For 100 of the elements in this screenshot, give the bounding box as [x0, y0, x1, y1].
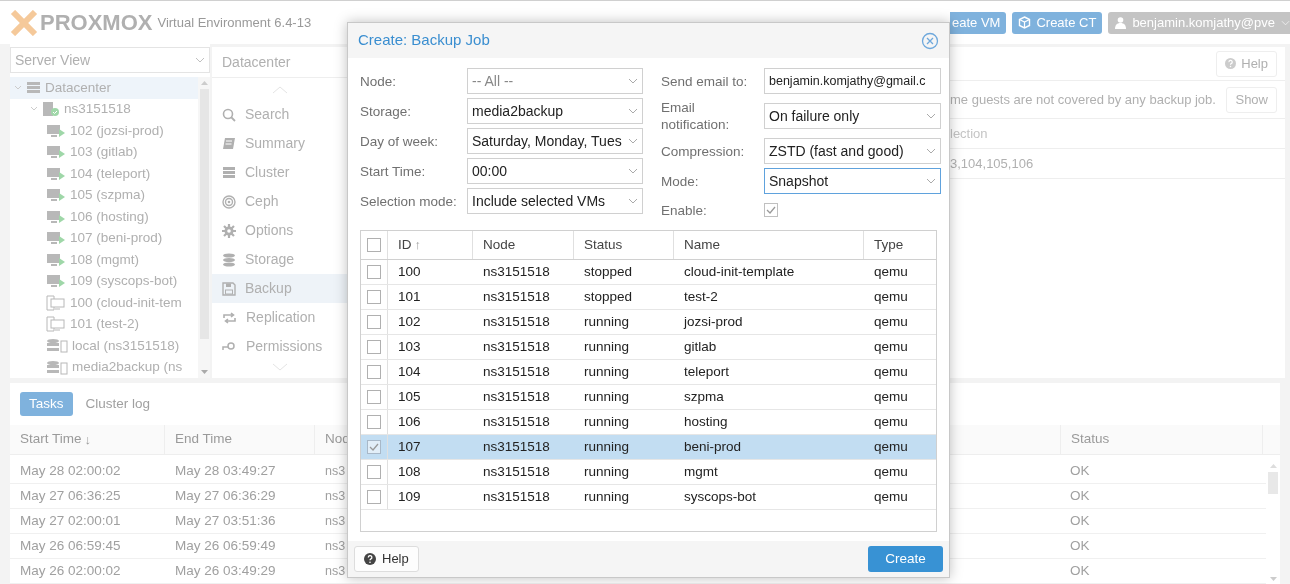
field-label: Compression:: [661, 142, 746, 160]
table-row[interactable]: 108 ns3151518 running mgmt qemu: [361, 460, 936, 485]
scrollbar-thumb[interactable]: [199, 89, 209, 339]
tree-item[interactable]: 106 (hosting): [10, 206, 198, 228]
tab[interactable]: Tasks: [20, 392, 73, 416]
table-cell: ns3151518: [483, 263, 550, 279]
nav-item[interactable]: Backup: [212, 274, 347, 303]
table-row[interactable]: 107 ns3151518 running beni-prod qemu: [361, 435, 936, 460]
nav-item[interactable]: Replication: [212, 303, 347, 332]
nav-item[interactable]: Storage: [212, 245, 347, 274]
sort-arrow[interactable]: ↓: [84, 429, 91, 450]
checkbox[interactable]: [367, 238, 381, 252]
checkbox[interactable]: [367, 365, 381, 379]
tree-item[interactable]: 100 (cloud-init-tem: [10, 292, 198, 314]
table-cell: running: [584, 313, 630, 329]
checkbox[interactable]: [367, 265, 381, 279]
dropdown-field[interactable]: Snapshot: [764, 168, 941, 194]
checkbox[interactable]: [367, 465, 381, 479]
tree-item[interactable]: 101 (test-2): [10, 313, 198, 335]
table-row[interactable]: 105 ns3151518 running szpma qemu: [361, 385, 936, 410]
nav-item[interactable]: Search: [212, 100, 347, 129]
dropdown-field[interactable]: Include selected VMs: [467, 188, 643, 214]
input-field[interactable]: benjamin.komjathy@gmail.c: [764, 68, 941, 94]
tree-item[interactable]: Datacenter: [10, 77, 198, 99]
table-cell: gitlab: [684, 338, 717, 354]
nav-item[interactable]: Permissions: [212, 332, 347, 361]
checkbox[interactable]: [367, 440, 381, 454]
dropdown-field[interactable]: ZSTD (fast and good): [764, 138, 941, 164]
sort-arrow[interactable]: ↑: [414, 235, 421, 255]
scrollbar[interactable]: [198, 77, 210, 378]
tree-item[interactable]: 102 (jozsi-prod): [10, 120, 198, 142]
monitor-play-icon: [46, 208, 66, 225]
monitor-file-icon: [46, 294, 66, 311]
nav-item[interactable]: Ceph: [212, 187, 347, 216]
dropdown-field[interactable]: 00:00: [467, 158, 643, 184]
table-cell: 108: [398, 463, 421, 479]
dropdown-field[interactable]: Saturday, Monday, Tues: [467, 128, 643, 154]
dropdown-field[interactable]: -- All --: [467, 68, 643, 94]
table-row[interactable]: 109 ns3151518 running syscops-bot qemu: [361, 485, 936, 510]
header-button[interactable]: Create CT: [1012, 11, 1103, 34]
tree-item[interactable]: 103 (gitlab): [10, 141, 198, 163]
tree-item[interactable]: 108 (mgmt): [10, 249, 198, 271]
help-button[interactable]: Help: [354, 546, 419, 572]
checkbox[interactable]: [367, 340, 381, 354]
table-cell: qemu: [874, 463, 908, 479]
chevron-down-icon: [271, 363, 288, 371]
table-cell: qemu: [874, 413, 908, 429]
field-label: Day of week:: [360, 132, 440, 150]
monitor-play-icon: [46, 273, 66, 290]
checkbox[interactable]: [367, 290, 381, 304]
table-cell: qemu: [874, 313, 908, 329]
table-cell: szpma: [684, 388, 724, 404]
tree-item[interactable]: 104 (teleport): [10, 163, 198, 185]
view-selector[interactable]: Server View: [10, 47, 210, 73]
chevron-down-icon: [926, 113, 936, 119]
field-label: Node:: [360, 72, 398, 90]
table-cell: beni-prod: [684, 438, 742, 454]
table-row[interactable]: 104 ns3151518 running teleport qemu: [361, 360, 936, 385]
help-button[interactable]: Help: [1216, 50, 1277, 77]
checkbox[interactable]: [367, 390, 381, 404]
table-row[interactable]: 103 ns3151518 running gitlab qemu: [361, 335, 936, 360]
show-button[interactable]: Show: [1226, 86, 1277, 113]
help-icon: [364, 553, 376, 565]
close-button[interactable]: [921, 31, 939, 50]
tree-item[interactable]: local (ns3151518): [10, 335, 198, 357]
table-cell: running: [584, 413, 630, 429]
tree-item[interactable]: 105 (szpma): [10, 184, 198, 206]
user-menu-button[interactable]: benjamin.komjathy@pve: [1108, 11, 1290, 34]
check-icon: [369, 443, 379, 451]
checkbox[interactable]: [367, 415, 381, 429]
table-cell: May 26 06:59:49: [175, 537, 276, 553]
tree-item[interactable]: 109 (syscops-bot): [10, 270, 198, 292]
header-button[interactable]: eate VM: [950, 11, 1007, 34]
tree-item[interactable]: 107 (beni-prod): [10, 227, 198, 249]
database-icon: [222, 252, 236, 267]
nav-item[interactable]: Options: [212, 216, 347, 245]
check-icon: [766, 206, 776, 214]
table-cell: ns3: [325, 488, 346, 503]
table-cell: qemu: [874, 338, 908, 354]
checkbox[interactable]: [367, 315, 381, 329]
table-row[interactable]: 100 ns3151518 stopped cloud-init-template qemu: [361, 260, 936, 285]
nav-item[interactable]: Cluster: [212, 158, 347, 187]
table-cell: qemu: [874, 263, 908, 279]
create-button[interactable]: Create: [868, 546, 943, 572]
checkbox[interactable]: [764, 203, 778, 217]
table-row[interactable]: 101 ns3151518 stopped test-2 qemu: [361, 285, 936, 310]
dropdown-field[interactable]: media2backup: [467, 98, 643, 124]
tree-item[interactable]: ns3151518: [10, 98, 198, 120]
table-cell: hosting: [684, 413, 728, 429]
table-row[interactable]: 102 ns3151518 running jozsi-prod qemu: [361, 310, 936, 335]
column-header: Status: [1071, 430, 1110, 449]
tab[interactable]: Cluster log: [76, 392, 160, 416]
gear-icon: [222, 223, 236, 238]
table-cell: 106: [398, 413, 421, 429]
dropdown-field[interactable]: On failure only: [764, 103, 941, 129]
checkbox[interactable]: [367, 490, 381, 504]
monitor-play-icon: [46, 122, 66, 139]
close-icon: [921, 31, 939, 50]
tree-item[interactable]: media2backup (ns: [10, 356, 198, 378]
nav-item[interactable]: Summary: [212, 129, 347, 158]
